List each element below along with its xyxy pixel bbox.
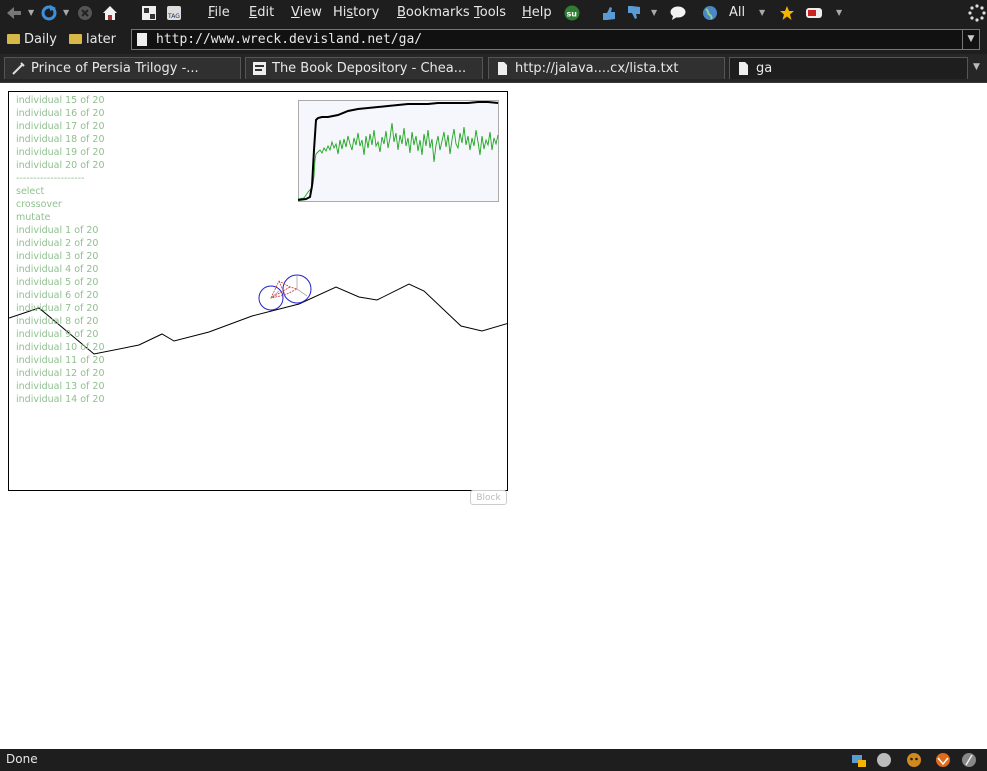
stop-icon[interactable] — [76, 4, 94, 22]
log-line: individual 14 of 20 — [16, 394, 105, 405]
tab-label: Prince of Persia Trilogy -... — [31, 61, 199, 76]
log-line: individual 20 of 20 — [16, 160, 105, 171]
ga-log-list: individual 15 of 20 individual 16 of 20 in… — [16, 94, 105, 406]
menu-file-rest: ile — [214, 5, 230, 20]
menu-tools-rest: ools — [479, 5, 507, 20]
fitness-chart — [298, 100, 499, 202]
menu-bookmarks[interactable]: Bookmarks — [397, 5, 470, 20]
log-line: individual 18 of 20 — [16, 134, 105, 145]
back-dropdown-icon[interactable]: ▼ — [28, 8, 34, 17]
menu-tools[interactable]: Tools — [474, 5, 506, 20]
star-icon[interactable] — [778, 4, 796, 22]
menu-bar: ▼ ▼ TAG File Edit View History Bookmarks… — [0, 0, 987, 27]
bookmark-daily[interactable]: Daily — [7, 32, 57, 47]
back-icon[interactable] — [5, 4, 23, 22]
log-line: individual 6 of 20 — [16, 290, 99, 301]
log-line: mutate — [16, 212, 51, 223]
ga-simulation-canvas: individual 15 of 20 individual 16 of 20 in… — [8, 91, 508, 491]
sword-favicon-icon — [12, 62, 25, 75]
page-favicon-icon — [739, 62, 748, 75]
log-line: select — [16, 186, 45, 197]
svg-text:su: su — [567, 10, 578, 19]
stumbleupon-icon[interactable]: su — [563, 4, 581, 22]
reload-dropdown-icon[interactable]: ▼ — [63, 8, 69, 17]
grid-addon-icon[interactable] — [140, 4, 158, 22]
reload-icon[interactable] — [40, 4, 58, 22]
svg-text:TAG: TAG — [167, 13, 180, 20]
rating-dropdown-icon[interactable]: ▼ — [651, 8, 657, 17]
tab-ga[interactable]: ga — [729, 57, 968, 79]
book-favicon-icon — [253, 62, 266, 75]
menu-help[interactable]: Help — [522, 5, 552, 20]
log-line: individual 4 of 20 — [16, 264, 99, 275]
menu-help-rest: elp — [531, 5, 552, 20]
menu-edit-rest: dit — [257, 5, 275, 20]
menu-history[interactable]: History — [333, 5, 379, 20]
globe-icon[interactable] — [701, 4, 719, 22]
tab-label: The Book Depository - Chea... — [272, 61, 467, 76]
monkey-icon[interactable] — [905, 751, 923, 769]
log-line: individual 5 of 20 — [16, 277, 99, 288]
home-icon[interactable] — [101, 4, 119, 22]
addon-dropdown-icon[interactable]: ▼ — [836, 8, 842, 17]
log-line: individual 12 of 20 — [16, 368, 105, 379]
log-line: individual 8 of 20 — [16, 316, 99, 327]
tab-label: http://jalava....cx/lista.txt — [515, 61, 679, 76]
thumbs-down-icon[interactable] — [625, 4, 643, 22]
folder-icon — [69, 34, 82, 44]
menu-edit[interactable]: Edit — [249, 5, 274, 20]
tab-prince-of-persia[interactable]: Prince of Persia Trilogy -... — [4, 57, 241, 79]
block-button[interactable]: Block — [470, 490, 507, 505]
search-all-dropdown[interactable]: All — [729, 5, 745, 20]
car-individual — [258, 274, 312, 311]
folder-icon — [7, 34, 20, 44]
log-line: individual 13 of 20 — [16, 381, 105, 392]
page-favicon-icon — [498, 62, 507, 75]
tab-book-depository[interactable]: The Book Depository - Chea... — [245, 57, 483, 79]
log-line: individual 10 of 20 — [16, 342, 105, 353]
log-line: individual 7 of 20 — [16, 303, 99, 314]
log-line: individual 2 of 20 — [16, 238, 99, 249]
menu-history-rest: tory — [353, 5, 380, 20]
status-bar: Done — [0, 749, 987, 771]
url-text[interactable]: http://www.wreck.devisland.net/ga/ — [156, 32, 422, 47]
fox-addon-icon[interactable] — [934, 751, 952, 769]
url-bar[interactable]: http://www.wreck.devisland.net/ga/ ▼ — [131, 29, 980, 50]
gray-dot-icon[interactable] — [875, 751, 893, 769]
network-icon[interactable] — [850, 751, 868, 769]
thumbs-up-icon[interactable] — [600, 4, 618, 22]
log-line: individual 9 of 20 — [16, 329, 99, 340]
bookmark-later-label: later — [86, 32, 117, 47]
log-line: individual 15 of 20 — [16, 95, 105, 106]
bookmark-later[interactable]: later — [69, 32, 116, 47]
tab-label: ga — [756, 61, 773, 76]
disabled-icon[interactable] — [960, 751, 978, 769]
fitness-chart-background — [298, 100, 499, 202]
car-chassis — [270, 280, 299, 299]
tag-icon[interactable]: TAG — [165, 4, 183, 22]
tab-list-dropdown-icon[interactable]: ▼ — [973, 62, 980, 72]
addon-badge-icon[interactable] — [805, 4, 823, 22]
menu-file[interactable]: File — [208, 5, 230, 20]
tab-lista-txt[interactable]: http://jalava....cx/lista.txt — [488, 57, 725, 79]
log-line: individual 19 of 20 — [16, 147, 105, 158]
menu-view[interactable]: View — [291, 5, 322, 20]
menu-bookmarks-rest: ookmarks — [405, 5, 470, 20]
log-line: -------------------- — [16, 173, 85, 184]
menu-history-pre: Hi — [333, 5, 347, 20]
bookmark-daily-label: Daily — [24, 32, 57, 47]
status-text: Done — [6, 752, 38, 766]
log-line: individual 17 of 20 — [16, 121, 105, 132]
page-icon — [137, 33, 147, 46]
log-line: individual 1 of 20 — [16, 225, 99, 236]
throbber-icon — [968, 4, 986, 22]
log-line: individual 11 of 20 — [16, 355, 105, 366]
log-line: individual 16 of 20 — [16, 108, 105, 119]
log-line: individual 3 of 20 — [16, 251, 99, 262]
log-line: crossover — [16, 199, 62, 210]
menu-view-rest: iew — [299, 5, 322, 20]
comment-icon[interactable] — [669, 4, 687, 22]
search-all-dropdown-icon[interactable]: ▼ — [759, 8, 765, 17]
url-history-dropdown-icon[interactable]: ▼ — [962, 30, 979, 49]
